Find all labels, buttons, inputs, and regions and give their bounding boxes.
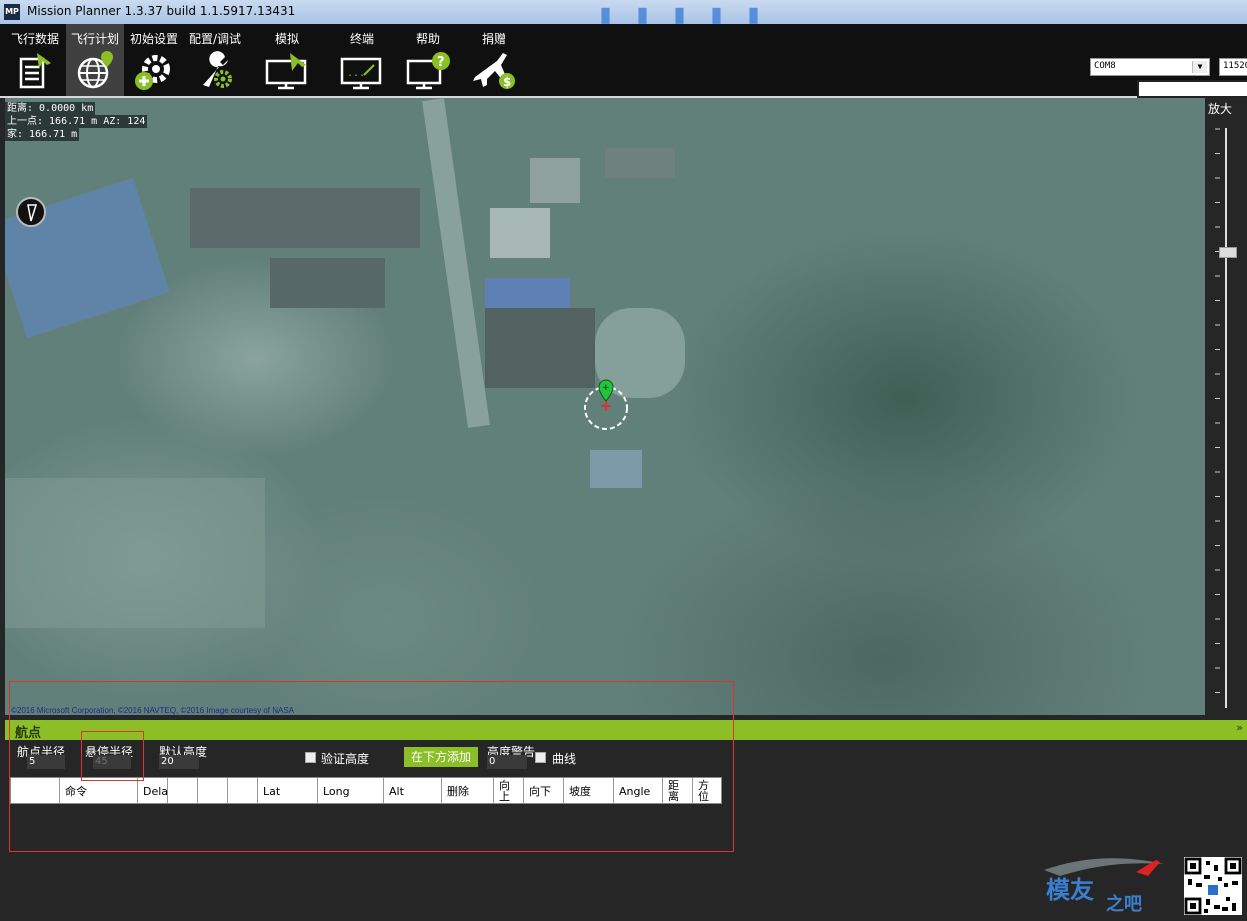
main-menu: 飞行数据 飞行计划 初始设置 配置/调试 模拟 终端 ... 帮助 ? 捐赠 $… bbox=[0, 24, 1247, 98]
menu-terminal-label: 终端 bbox=[349, 32, 374, 46]
qr-code bbox=[1184, 857, 1242, 915]
zoom-ticks bbox=[1215, 128, 1220, 693]
menu-config-tuning[interactable]: 配置/调试 bbox=[186, 24, 244, 96]
table-header-delay[interactable]: Dela bbox=[138, 778, 168, 803]
table-header-param2[interactable] bbox=[168, 778, 198, 803]
table-header-alt[interactable]: Alt bbox=[384, 778, 442, 803]
forum-watermark-logo: 模友 之吧 bbox=[1044, 858, 1164, 915]
table-header-param3[interactable] bbox=[198, 778, 228, 803]
map-building bbox=[590, 450, 642, 488]
zoom-slider-thumb[interactable] bbox=[1219, 247, 1237, 259]
map-building bbox=[485, 308, 595, 388]
map-info-overlay: 距离: 0.0000 km 上一点: 166.71 m AZ: 124 家: 1… bbox=[5, 102, 148, 141]
terminal-icon: ... bbox=[340, 57, 382, 90]
table-header-long[interactable]: Long bbox=[318, 778, 384, 803]
help-icon: ? bbox=[406, 52, 450, 90]
svg-text:+: + bbox=[602, 383, 610, 393]
table-header-azimuth[interactable]: 方位 bbox=[693, 778, 721, 803]
window-title: Mission Planner 1.3.37 build 1.1.5917.13… bbox=[27, 4, 296, 18]
menu-terminal[interactable]: 终端 ... bbox=[334, 24, 390, 96]
table-header-select[interactable] bbox=[11, 778, 60, 803]
map-building bbox=[490, 208, 550, 258]
home-distance-readout: 家: 166.71 m bbox=[5, 128, 80, 141]
svg-text:?: ? bbox=[437, 55, 445, 70]
wp-radius-input[interactable]: 5 bbox=[27, 755, 65, 769]
waypoints-table: 命令 Dela Lat Long Alt 删除 向上 向下 坡度 Angle 距… bbox=[10, 777, 722, 804]
donate-icon: $ bbox=[473, 53, 515, 89]
spline-checkbox[interactable] bbox=[535, 752, 546, 763]
collapse-chevron-icon[interactable]: » bbox=[1236, 721, 1243, 734]
menu-help-label: 帮助 bbox=[415, 32, 440, 46]
verify-height-checkbox[interactable] bbox=[305, 752, 316, 763]
svg-text:...: ... bbox=[347, 68, 365, 79]
home-location-marker[interactable]: + bbox=[582, 376, 632, 436]
zoom-track[interactable] bbox=[1225, 128, 1227, 708]
menu-flight-data[interactable]: 飞行数据 bbox=[6, 24, 64, 96]
menu-config-tuning-label: 配置/调试 bbox=[188, 32, 242, 46]
title-bar: MP Mission Planner 1.3.37 build 1.1.5917… bbox=[0, 0, 1247, 26]
loiter-radius-input[interactable]: 45 bbox=[93, 755, 131, 769]
compass-icon bbox=[16, 197, 46, 227]
table-header-param4[interactable] bbox=[228, 778, 258, 803]
initial-setup-icon bbox=[135, 55, 170, 90]
map-road bbox=[422, 98, 490, 428]
map-building bbox=[485, 278, 570, 308]
menu-donate-label: 捐赠 bbox=[481, 32, 506, 46]
table-header-down[interactable]: 向下 bbox=[524, 778, 564, 803]
alt-warn-input[interactable]: 0 bbox=[487, 755, 527, 769]
config-tuning-icon bbox=[203, 51, 232, 88]
flight-data-icon bbox=[19, 53, 51, 89]
waypoints-title: 航点 bbox=[15, 726, 42, 741]
menu-help[interactable]: 帮助 ? bbox=[400, 24, 456, 96]
map-building bbox=[530, 158, 580, 203]
com-port-value: COM8 bbox=[1094, 61, 1116, 71]
map-copyright: ©2016 Microsoft Corporation, ©2016 NAVTE… bbox=[11, 706, 294, 715]
connection-status-box bbox=[1137, 80, 1247, 98]
svg-text:模友: 模友 bbox=[1046, 876, 1094, 904]
menu-simulation-label: 模拟 bbox=[274, 32, 299, 46]
com-port-select[interactable]: COM8 ▼ bbox=[1090, 58, 1210, 76]
simulation-icon bbox=[265, 53, 307, 90]
menu-initial-setup[interactable]: 初始设置 bbox=[126, 24, 182, 96]
prev-point-readout: 上一点: 166.71 m AZ: 124 bbox=[5, 115, 148, 128]
flight-plan-icon bbox=[77, 51, 113, 89]
distance-readout: 距离: 0.0000 km bbox=[5, 102, 96, 115]
svg-text:之吧: 之吧 bbox=[1106, 893, 1142, 915]
menu-simulation[interactable]: 模拟 bbox=[256, 24, 318, 96]
map-building bbox=[190, 188, 420, 248]
table-header-lat[interactable]: Lat bbox=[258, 778, 318, 803]
add-below-button[interactable]: 在下方添加 bbox=[404, 747, 478, 767]
default-alt-input[interactable]: 20 bbox=[159, 755, 199, 769]
zoom-panel: 放大 bbox=[1205, 98, 1247, 715]
svg-text:$: $ bbox=[503, 75, 511, 89]
menu-flight-data-label: 飞行数据 bbox=[10, 32, 59, 46]
menu-donate[interactable]: 捐赠 $ bbox=[466, 24, 522, 96]
table-header-distance[interactable]: 距离 bbox=[663, 778, 693, 803]
zoom-label: 放大 bbox=[1208, 102, 1233, 116]
map-building bbox=[270, 258, 385, 308]
chevron-down-icon: ▼ bbox=[1192, 61, 1207, 73]
table-header-grade[interactable]: 坡度 bbox=[564, 778, 614, 803]
map-building bbox=[605, 148, 675, 178]
app-icon: MP bbox=[4, 4, 20, 20]
baud-rate-select[interactable]: 11520 bbox=[1219, 58, 1247, 76]
table-header-command[interactable]: 命令 bbox=[60, 778, 138, 803]
table-header-delete[interactable]: 删除 bbox=[442, 778, 494, 803]
menu-flight-plan[interactable]: 飞行计划 bbox=[66, 24, 124, 96]
waypoints-header[interactable]: 航点 » bbox=[5, 720, 1247, 741]
verify-height-label: 验证高度 bbox=[321, 752, 370, 766]
table-header-angle[interactable]: Angle bbox=[614, 778, 663, 803]
spline-label: 曲线 bbox=[552, 752, 577, 766]
menu-flight-plan-label: 飞行计划 bbox=[70, 32, 119, 46]
menu-initial-setup-label: 初始设置 bbox=[129, 32, 178, 46]
map-field bbox=[5, 478, 265, 628]
table-header-up[interactable]: 向上 bbox=[494, 778, 524, 803]
